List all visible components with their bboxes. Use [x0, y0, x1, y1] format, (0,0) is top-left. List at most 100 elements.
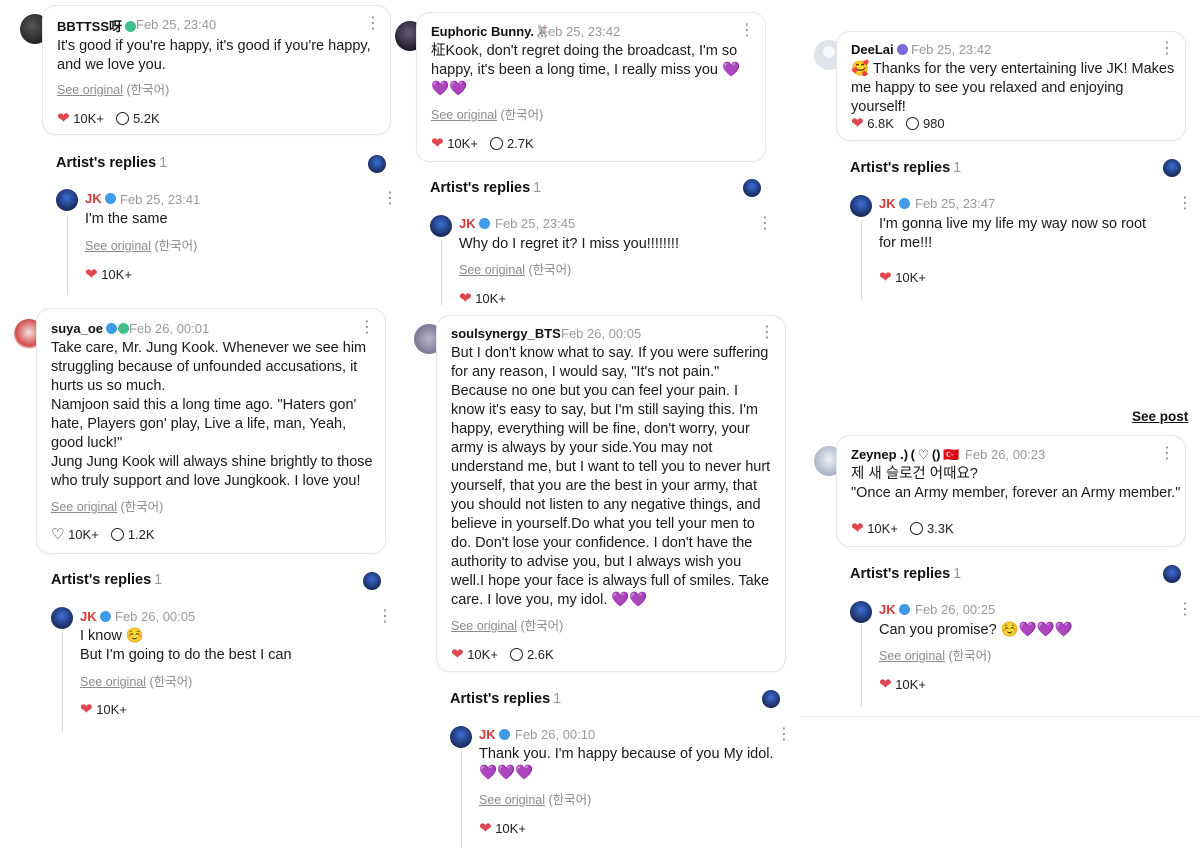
heart-icon[interactable]: ❤	[879, 676, 892, 693]
comment-icon[interactable]	[905, 117, 919, 130]
jk-avatar[interactable]	[430, 215, 452, 237]
see-original-link[interactable]: See original (한국어)	[80, 671, 192, 690]
comment-icon[interactable]	[909, 522, 923, 535]
artist-avatar	[1163, 565, 1181, 583]
comment-author[interactable]: soulsynergy_BTS	[451, 326, 561, 341]
artist-replies-header: Artist's replies 1	[56, 155, 168, 171]
verified-badge-icon	[898, 604, 910, 615]
see-original-link[interactable]: See original (한국어)	[879, 645, 991, 664]
comment-stats: ❤ 6.8K 980	[851, 115, 945, 132]
artist-avatar	[363, 572, 381, 590]
comment-author[interactable]: suya_oe	[51, 321, 130, 336]
jk-avatar[interactable]	[850, 601, 872, 623]
heart-icon[interactable]: ❤	[879, 269, 892, 286]
reply-text: Can you promise? ☺️💜💜💜	[879, 622, 1073, 638]
see-original-link[interactable]: See original (한국어)	[57, 79, 169, 98]
thread-line	[461, 751, 462, 848]
comment-time: Feb 25, 23:42	[540, 24, 621, 39]
jk-avatar[interactable]	[56, 189, 78, 211]
reply-author[interactable]: JK	[879, 602, 910, 617]
more-icon[interactable]: ⋮	[759, 325, 775, 341]
comment-author[interactable]: DeeLai	[851, 42, 908, 57]
thread-line	[62, 632, 63, 732]
more-icon[interactable]: ⋮	[377, 609, 393, 625]
jk-avatar[interactable]	[850, 195, 872, 217]
heart-icon[interactable]: ❤	[80, 701, 93, 718]
more-icon[interactable]: ⋮	[1177, 602, 1193, 618]
comment-icon[interactable]	[489, 137, 503, 150]
artist-replies-header: Artist's replies 1	[850, 160, 962, 176]
more-icon[interactable]: ⋮	[1159, 446, 1175, 462]
reply-stats: ❤ 10K+	[459, 290, 506, 307]
comment-author[interactable]: BBTTSS呀	[57, 16, 137, 35]
reply-time: Feb 26, 00:05	[115, 609, 196, 624]
heart-icon[interactable]: ❤	[851, 520, 864, 537]
jk-avatar[interactable]	[51, 607, 73, 629]
see-original-link[interactable]: See original (한국어)	[431, 104, 543, 123]
reply-time: Feb 26, 00:25	[915, 602, 996, 617]
comment-stats: ♡ 10K+ 1.2K	[51, 526, 155, 543]
artist-replies-header: Artist's replies 1	[430, 180, 542, 196]
heart-outline-icon[interactable]: ♡	[51, 526, 64, 543]
comment-author[interactable]: Euphoric Bunny.🐰	[431, 24, 550, 40]
more-icon[interactable]: ⋮	[1159, 41, 1175, 57]
comment-icon[interactable]	[509, 648, 523, 661]
reply-text: Why do I regret it? I miss you!!!!!!!!	[459, 236, 679, 252]
reply-time: Feb 25, 23:41	[120, 192, 201, 207]
comment-icon[interactable]	[110, 528, 124, 541]
heart-icon[interactable]: ❤	[57, 110, 70, 127]
heart-icon[interactable]: ❤	[459, 290, 472, 307]
more-icon[interactable]: ⋮	[359, 320, 375, 336]
comment-text: 제 새 슬로건 어때요? "Once an Army member, forev…	[851, 466, 1181, 501]
heart-icon[interactable]: ❤	[85, 266, 98, 283]
comment-time: Feb 25, 23:40	[136, 17, 217, 32]
comment-card: BBTTSS呀 Feb 25, 23:40 ⋮ It's good if you…	[42, 5, 391, 135]
heart-icon[interactable]: ❤	[851, 115, 864, 132]
reply-time: Feb 25, 23:47	[915, 196, 996, 211]
jk-avatar[interactable]	[450, 726, 472, 748]
see-original-link[interactable]: See original (한국어)	[459, 259, 571, 278]
artist-replies-header: Artist's replies 1	[850, 566, 962, 582]
reply-stats: ❤ 10K+	[479, 820, 526, 837]
verified-badge-icon	[125, 21, 137, 32]
see-original-link[interactable]: See original (한국어)	[85, 235, 197, 254]
divider	[800, 716, 1200, 717]
see-original-link[interactable]: See original (한국어)	[451, 615, 563, 634]
verified-badge-icon	[898, 198, 910, 209]
verified-badge-icon	[99, 611, 111, 622]
comment-time: Feb 25, 23:42	[911, 42, 992, 57]
reply-author[interactable]: JK	[80, 609, 111, 624]
comment-time: Feb 26, 00:05	[561, 326, 642, 341]
more-icon[interactable]: ⋮	[1177, 196, 1193, 212]
heart-icon[interactable]: ❤	[431, 135, 444, 152]
artist-avatar	[368, 155, 386, 173]
reply-stats: ❤ 10K+	[879, 269, 926, 286]
comment-stats: ❤ 10K+ 2.7K	[431, 135, 534, 152]
see-original-link[interactable]: See original (한국어)	[51, 496, 163, 515]
reply-text: I know ☺️ But I'm going to do the best I…	[80, 628, 292, 663]
heart-icon[interactable]: ❤	[451, 646, 464, 663]
see-post-link[interactable]: See post	[1132, 409, 1188, 424]
reply-author[interactable]: JK	[879, 196, 910, 211]
reply-stats: ❤ 10K+	[879, 676, 926, 693]
more-icon[interactable]: ⋮	[776, 727, 792, 743]
heart-icon[interactable]: ❤	[479, 820, 492, 837]
more-icon[interactable]: ⋮	[382, 191, 398, 207]
reply-author[interactable]: JK	[85, 191, 116, 206]
reply-author[interactable]: JK	[479, 727, 510, 742]
comment-author[interactable]: Zeynep .) ( ♡ () 🇹🇷	[851, 447, 959, 463]
comment-text: Take care, Mr. Jung Kook. Whenever we se…	[51, 340, 373, 489]
comment-card: DeeLai Feb 25, 23:42 ⋮ 🥰 Thanks for the …	[836, 31, 1186, 141]
comment-time: Feb 26, 00:01	[129, 321, 210, 336]
verified-badge-icon	[498, 729, 510, 740]
reply-stats: ❤ 10K+	[85, 266, 132, 283]
more-icon[interactable]: ⋮	[757, 216, 773, 232]
comment-text: 🥰 Thanks for the very entertaining live …	[851, 61, 1175, 115]
reply-author[interactable]: JK	[459, 216, 490, 231]
artist-avatar	[1163, 159, 1181, 177]
more-icon[interactable]: ⋮	[739, 23, 755, 39]
see-original-link[interactable]: See original (한국어)	[479, 789, 591, 808]
more-icon[interactable]: ⋮	[365, 16, 381, 32]
comment-icon[interactable]	[115, 112, 129, 125]
reply-stats: ❤ 10K+	[80, 701, 127, 718]
